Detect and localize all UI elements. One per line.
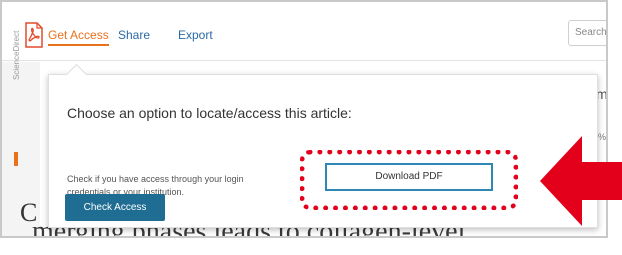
download-highlight-box: [300, 150, 518, 210]
check-access-button[interactable]: Check Access: [65, 194, 165, 221]
sidebar-vertical-label: ScienceDirect: [12, 30, 21, 80]
get-access-tab[interactable]: Get Access: [48, 28, 109, 46]
popover-title: Choose an option to locate/access this a…: [67, 105, 352, 121]
share-tab[interactable]: Share: [118, 28, 150, 42]
pdf-icon[interactable]: [24, 22, 44, 48]
search-input[interactable]: Search...: [568, 20, 606, 46]
sidebar-orange-marker: [14, 152, 18, 166]
export-tab[interactable]: Export: [178, 28, 213, 42]
left-arrow-icon: [540, 132, 622, 230]
article-toolbar: Get Access Share Export Search...: [2, 2, 606, 61]
access-description-line-1: Check if you have access through your lo…: [67, 174, 244, 184]
